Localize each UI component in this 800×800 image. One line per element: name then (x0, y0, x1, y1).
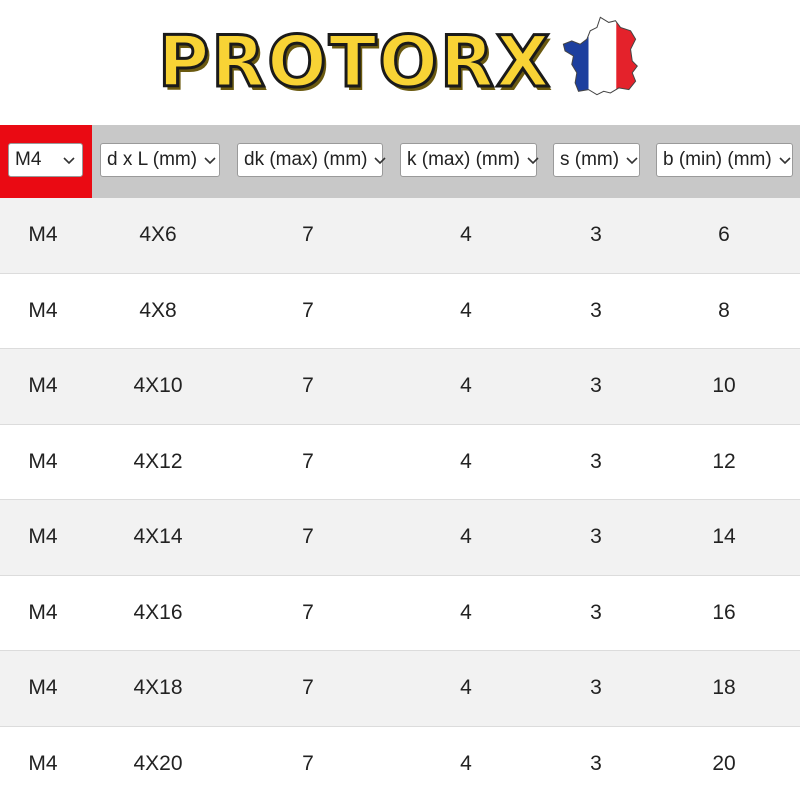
s-cell: 3 (590, 223, 602, 247)
dk-cell: 7 (302, 298, 314, 322)
dk-cell: 7 (302, 525, 314, 549)
table-row: M4 4X10 7 4 3 10 (0, 349, 800, 425)
s-cell: 3 (590, 525, 602, 549)
dxl-select-label: d x L (mm) (107, 149, 198, 170)
table-row: M4 4X14 7 4 3 14 (0, 500, 800, 576)
s-cell: 3 (590, 600, 602, 624)
k-cell: 4 (460, 298, 472, 322)
size-cell: M4 (28, 298, 58, 322)
table-row: M4 4X8 7 4 3 8 (0, 273, 800, 349)
dk-cell: 7 (302, 449, 314, 473)
dk-select-label: dk (max) (mm) (244, 149, 368, 170)
k-select[interactable]: k (max) (mm) (400, 143, 539, 177)
b-select-label: b (min) (mm) (663, 149, 772, 170)
k-cell: 4 (460, 223, 472, 247)
dxl-cell: 4X16 (133, 600, 183, 624)
table-row: M4 4X18 7 4 3 18 (0, 651, 800, 727)
s-cell: 3 (590, 374, 602, 398)
k-cell: 4 (460, 449, 472, 473)
product-spec-page: PROTORX M4 d x L (mm) dk (max) (mm) k (m… (0, 0, 800, 800)
dxl-cell: 4X6 (139, 223, 177, 247)
k-select-label: k (max) (mm) (407, 149, 520, 170)
brand-logo: PROTORX (157, 21, 552, 104)
chevron-down-icon (204, 157, 216, 165)
size-select[interactable]: M4 (8, 143, 83, 177)
k-cell: 4 (460, 600, 472, 624)
chevron-down-icon (374, 157, 387, 165)
s-cell: 3 (590, 676, 602, 700)
b-cell: 16 (712, 600, 736, 624)
dxl-cell: 4X10 (133, 374, 183, 398)
dxl-select[interactable]: d x L (mm) (100, 143, 220, 177)
size-cell: M4 (28, 449, 58, 473)
s-select-label: s (mm) (560, 149, 620, 170)
table-row: M4 4X6 7 4 3 6 (0, 198, 800, 274)
b-cell: 20 (712, 752, 736, 776)
dxl-cell: 4X14 (133, 525, 183, 549)
k-cell: 4 (460, 752, 472, 776)
chevron-down-icon (626, 157, 638, 165)
spec-table-body: M4 4X6 7 4 3 6 M4 4X8 7 4 3 8 M4 4X10 7 … (0, 198, 800, 800)
s-cell: 3 (590, 449, 602, 473)
table-row: M4 4X12 7 4 3 12 (0, 424, 800, 500)
dxl-cell: 4X12 (133, 449, 183, 473)
size-cell: M4 (28, 374, 58, 398)
table-row: M4 4X16 7 4 3 16 (0, 575, 800, 651)
chevron-down-icon (63, 157, 75, 165)
b-cell: 12 (712, 449, 736, 473)
dxl-cell: 4X8 (139, 298, 177, 322)
dk-cell: 7 (302, 752, 314, 776)
size-cell: M4 (28, 600, 58, 624)
k-cell: 4 (460, 374, 472, 398)
s-select[interactable]: s (mm) (553, 143, 640, 177)
dk-cell: 7 (302, 223, 314, 247)
dk-cell: 7 (302, 374, 314, 398)
france-flag-map-icon (562, 16, 638, 96)
dxl-cell: 4X20 (133, 752, 183, 776)
b-cell: 10 (712, 374, 736, 398)
size-cell: M4 (28, 525, 58, 549)
b-cell: 8 (718, 298, 730, 322)
chevron-down-icon (527, 157, 539, 165)
brand-header: PROTORX (0, 0, 800, 125)
dk-cell: 7 (302, 600, 314, 624)
b-cell: 14 (712, 525, 736, 549)
size-cell: M4 (28, 676, 58, 700)
table-row: M4 4X20 7 4 3 20 (0, 726, 800, 800)
s-cell: 3 (590, 752, 602, 776)
b-select[interactable]: b (min) (mm) (656, 143, 793, 177)
dxl-cell: 4X18 (133, 676, 183, 700)
s-cell: 3 (590, 298, 602, 322)
size-select-label: M4 (15, 149, 42, 170)
dk-select[interactable]: dk (max) (mm) (237, 143, 387, 177)
size-cell: M4 (28, 752, 58, 776)
b-cell: 6 (718, 223, 730, 247)
filter-header-bar: M4 d x L (mm) dk (max) (mm) k (max) (mm)… (0, 125, 800, 198)
chevron-down-icon (779, 157, 791, 165)
k-cell: 4 (460, 676, 472, 700)
size-cell: M4 (28, 223, 58, 247)
b-cell: 18 (712, 676, 736, 700)
dk-cell: 7 (302, 676, 314, 700)
k-cell: 4 (460, 525, 472, 549)
